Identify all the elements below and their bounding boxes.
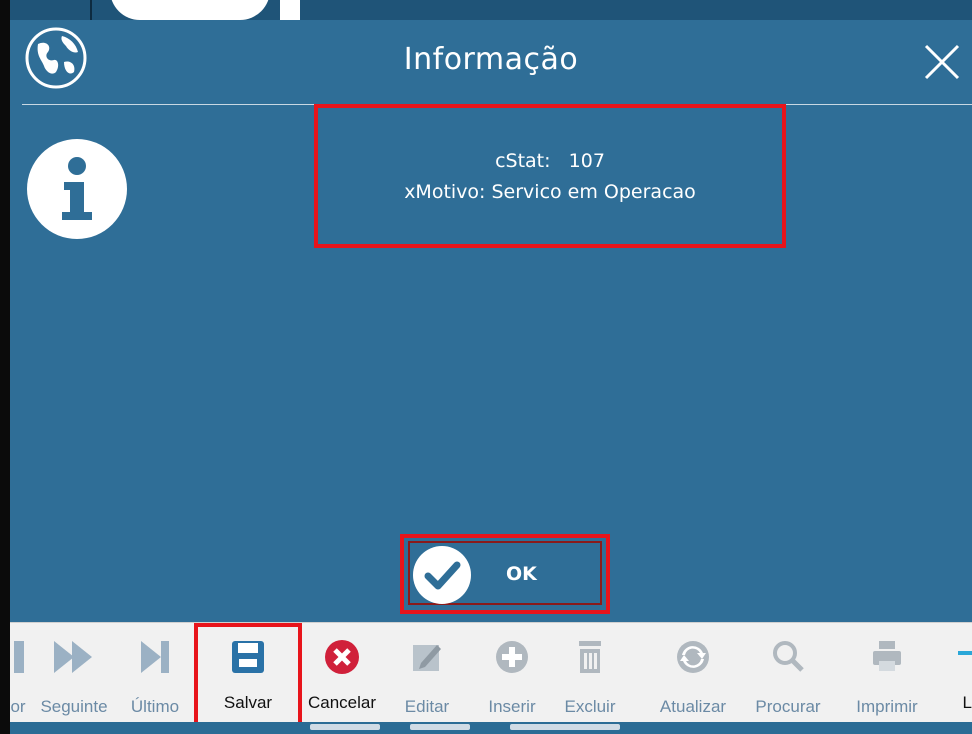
toolbar-label-insert: Inserir (488, 697, 536, 716)
window-edge (0, 0, 10, 734)
app-window: Informação cStat: 107 xMotivo: Servico e… (10, 0, 972, 734)
toolbar-partial-button[interactable]: L (944, 623, 972, 723)
edit-icon (413, 645, 441, 671)
cancel-icon (325, 640, 359, 674)
toolbar-label-next: Seguinte (40, 697, 108, 716)
close-icon[interactable] (920, 40, 964, 84)
toolbar-label-last: Último (130, 697, 180, 716)
check-icon (413, 546, 471, 604)
toolbar-search-button[interactable]: Procurar (740, 623, 836, 723)
info-dialog: Informação cStat: 107 xMotivo: Servico e… (10, 20, 972, 622)
toolbar-next-button[interactable]: Seguinte (30, 623, 118, 723)
toolbar-label-delete: Excluir (564, 697, 616, 716)
info-icon (27, 139, 127, 239)
toolbar-last-button[interactable]: Último (120, 623, 190, 723)
ok-label: OK (506, 563, 537, 585)
toolbar-edit-button[interactable]: Editar (394, 623, 460, 723)
save-highlight (194, 623, 302, 734)
toolbar-refresh-button[interactable]: Atualizar (650, 623, 736, 723)
toolbar-label-search: Procurar (755, 697, 821, 716)
toolbar-label-partial: L (962, 693, 972, 712)
toolbar-print-button[interactable]: Imprimir (846, 623, 928, 723)
search-icon (773, 641, 804, 672)
toolbar-cancel-button[interactable]: Cancelar (296, 623, 388, 723)
next-icon (54, 641, 92, 673)
toolbar-label-refresh: Atualizar (659, 697, 727, 716)
partial-icon (958, 651, 972, 655)
toolbar-label-cancel: Cancelar (307, 693, 377, 712)
toolbar-label-edit: Editar (404, 697, 450, 716)
status-strip (10, 722, 972, 734)
last-icon (141, 641, 169, 673)
toolbar-insert-button[interactable]: Inserir (474, 623, 550, 723)
print-icon (873, 641, 901, 671)
message-line-xmotivo: xMotivo: Servico em Operacao (404, 181, 696, 203)
dialog-title: Informação (403, 42, 579, 77)
refresh-icon (677, 641, 709, 673)
background-window-strip (10, 0, 972, 22)
message-text: cStat: 107 xMotivo: Servico em Operacao (318, 146, 782, 208)
message-line-cstat: cStat: 107 (495, 150, 605, 172)
toolbar-delete-button[interactable]: Excluir (554, 623, 626, 723)
ok-button[interactable]: OK (408, 541, 602, 605)
add-icon (496, 641, 528, 673)
toolbar-label-print: Imprimir (856, 697, 918, 716)
message-highlight: cStat: 107 xMotivo: Servico em Operacao (314, 104, 786, 248)
prev-icon (14, 641, 24, 673)
trash-icon (579, 641, 601, 673)
toolbar: or Seguinte Último Salvar Cancelar Edita… (10, 622, 972, 734)
